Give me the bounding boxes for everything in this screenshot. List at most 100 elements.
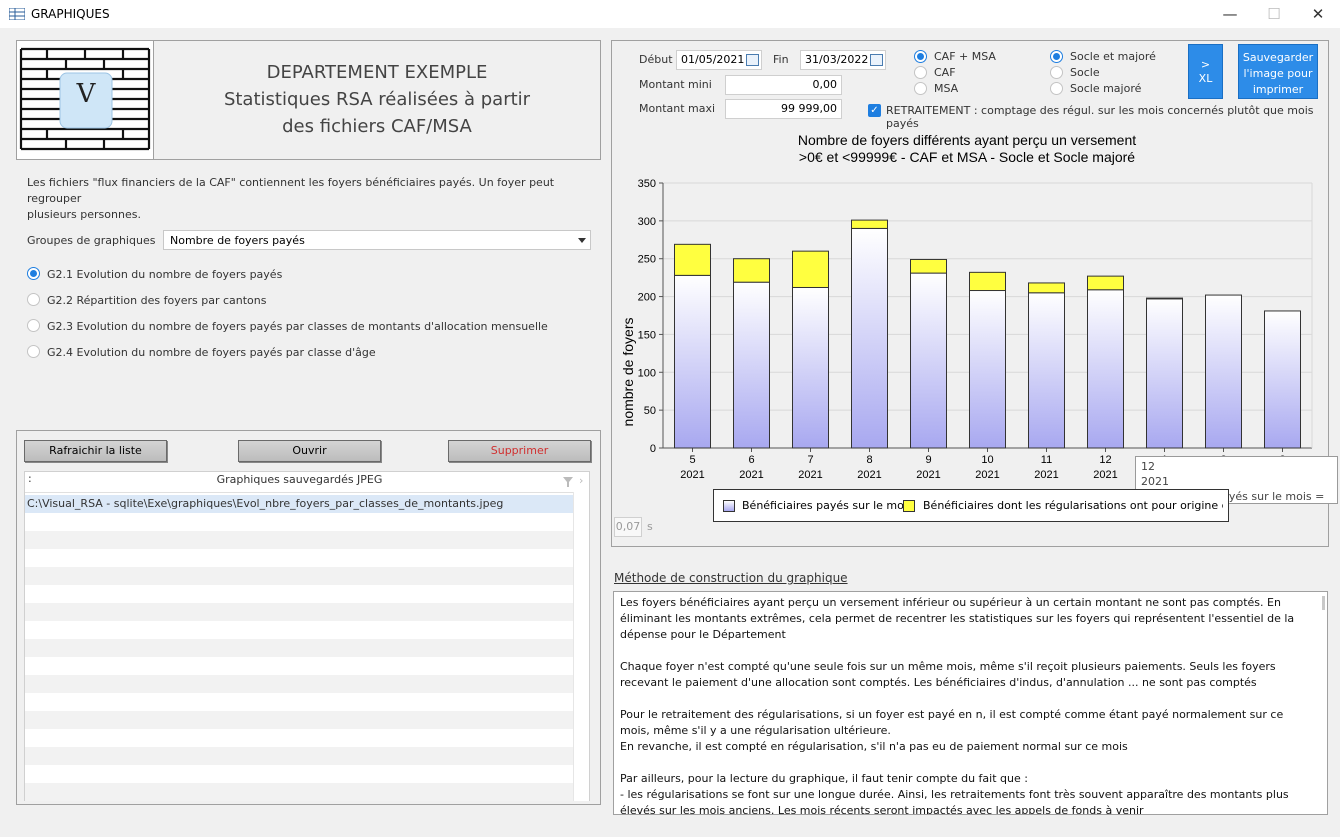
bar-regul[interactable] (1146, 297, 1183, 300)
radio-caf-msa[interactable] (914, 50, 927, 63)
y-tick-label: 100 (638, 367, 656, 379)
refresh-list-button[interactable]: Rafraichir la liste (24, 440, 167, 462)
radio-label-caf[interactable]: CAF (934, 66, 956, 79)
table-row[interactable] (25, 567, 574, 585)
radio-g21[interactable] (27, 267, 40, 280)
export-xl-button[interactable]: > XL (1188, 44, 1223, 99)
bar-paid[interactable] (969, 290, 1006, 449)
x-tick-month: 7 (807, 454, 813, 466)
table-row[interactable] (25, 657, 574, 675)
bar-paid[interactable] (1028, 292, 1065, 449)
radio-label-msa[interactable]: MSA (934, 82, 958, 95)
bar-paid[interactable] (1087, 289, 1124, 449)
radio-label-majore[interactable]: Socle majoré (1070, 82, 1141, 95)
bar-paid[interactable] (733, 281, 770, 449)
calendar-icon[interactable] (746, 54, 759, 66)
y-tick-label: 150 (638, 329, 656, 341)
radio-socle[interactable] (1050, 66, 1063, 79)
chart-subtitle: >0€ et <99999€ - CAF et MSA - Socle et S… (799, 149, 1135, 165)
bar-regul[interactable] (1028, 282, 1065, 294)
radio-caf[interactable] (914, 66, 927, 79)
max-amount-field[interactable]: 99 999,00 (725, 99, 842, 119)
table-row[interactable] (25, 549, 574, 567)
chevron-right-icon[interactable]: › (579, 474, 583, 487)
radio-label-g21[interactable]: G2.1 Evolution du nombre de foyers payés (47, 268, 282, 281)
radio-socle-majore[interactable] (1050, 50, 1063, 63)
bar-paid[interactable] (792, 286, 829, 449)
bar-regul[interactable] (674, 243, 711, 276)
calendar-icon[interactable] (870, 54, 883, 66)
bar-regul[interactable] (969, 271, 1006, 292)
grid-column-header[interactable]: Graphiques sauvegardés JPEG (25, 473, 574, 486)
method-textbox[interactable]: Les foyers bénéficiaires ayant perçu un … (613, 591, 1328, 815)
title-line-1: DEPARTEMENT EXEMPLE (266, 62, 488, 83)
title-bar: GRAPHIQUES — ☐ ✕ (0, 0, 1340, 28)
close-button[interactable]: ✕ (1296, 3, 1340, 25)
title-line-3: des fichiers CAF/MSA (282, 116, 472, 137)
y-axis-label: nombre de foyers (620, 318, 636, 427)
radio-majore[interactable] (1050, 82, 1063, 95)
table-row[interactable] (25, 711, 574, 729)
stacked-bar-chart: Nombre de foyers différents ayant perçu … (620, 132, 1313, 481)
radio-label-g22[interactable]: G2.2 Répartition des foyers par cantons (47, 294, 266, 307)
fin-date-value: 31/03/2022 (805, 53, 869, 66)
radio-g23[interactable] (27, 319, 40, 332)
bar-regul[interactable] (1087, 275, 1124, 291)
radio-label-g24[interactable]: G2.4 Evolution du nombre de foyers payés… (47, 346, 376, 359)
table-row[interactable] (25, 765, 574, 783)
save-line-1: Sauvegarder (1242, 51, 1314, 64)
filter-icon[interactable] (563, 477, 573, 487)
minimize-button[interactable]: — (1208, 3, 1252, 25)
bar-regul[interactable] (792, 250, 829, 288)
bar-regul[interactable] (910, 258, 947, 274)
radio-label-g23[interactable]: G2.3 Evolution du nombre de foyers payés… (47, 320, 548, 333)
table-row[interactable] (25, 639, 574, 657)
radio-g22[interactable] (27, 293, 40, 306)
grid-scrollbar[interactable] (573, 492, 589, 801)
table-row[interactable] (25, 675, 574, 693)
bar-paid[interactable] (910, 272, 947, 449)
bar-regul[interactable] (733, 258, 770, 283)
bar-paid[interactable] (851, 227, 888, 449)
table-row[interactable] (25, 603, 574, 621)
chevron-down-icon[interactable] (578, 238, 586, 243)
radio-msa[interactable] (914, 82, 927, 95)
maximize-button[interactable]: ☐ (1252, 3, 1296, 25)
open-button[interactable]: Ouvrir (238, 440, 381, 462)
table-row[interactable] (25, 747, 574, 765)
chart-title: Nombre de foyers différents ayant perçu … (798, 132, 1136, 148)
x-tick-month: 9 (925, 454, 931, 466)
groups-dropdown[interactable]: Nombre de foyers payés (163, 230, 591, 250)
bar-regul[interactable] (851, 219, 888, 229)
bar-paid[interactable] (1264, 310, 1301, 449)
radio-label-caf-msa[interactable]: CAF + MSA (934, 50, 996, 63)
retraitement-checkbox[interactable]: ✓ (868, 104, 881, 117)
bar-paid[interactable] (674, 274, 711, 449)
save-image-button[interactable]: Sauvegarder l'image pour imprimer (1238, 44, 1318, 99)
save-line-2: l'image pour (1243, 67, 1313, 80)
bar-paid[interactable] (1205, 294, 1242, 449)
table-row[interactable] (25, 585, 574, 603)
intro-line-2: plusieurs personnes. (27, 208, 141, 221)
radio-label-socle-majore[interactable]: Socle et majoré (1070, 50, 1156, 63)
method-paragraph: Chaque foyer n'est compté qu'une seule f… (620, 660, 1276, 689)
table-row[interactable] (25, 513, 574, 531)
method-scrollbar[interactable] (1322, 596, 1325, 610)
table-row[interactable]: C:\Visual_RSA - sqlite\Exe\graphiques\Ev… (25, 495, 574, 513)
table-row[interactable] (25, 783, 574, 801)
table-row[interactable] (25, 729, 574, 747)
table-row[interactable] (25, 531, 574, 549)
min-amount-field[interactable]: 0,00 (725, 75, 842, 95)
xl-line-1: > (1200, 58, 1211, 71)
retraitement-label[interactable]: RETRAITEMENT : comptage des régul. sur l… (886, 104, 1340, 130)
table-row[interactable] (25, 621, 574, 639)
x-tick-year: 2021 (798, 469, 822, 481)
table-row[interactable] (25, 693, 574, 711)
radio-g24[interactable] (27, 345, 40, 358)
radio-label-socle[interactable]: Socle (1070, 66, 1100, 79)
x-tick-year: 2021 (1093, 469, 1117, 481)
delete-button[interactable]: Supprimer (448, 440, 591, 462)
saved-charts-grid[interactable]: : Graphiques sauvegardés JPEG › C:\Visua… (24, 471, 590, 801)
x-tick-year: 2021 (916, 469, 940, 481)
bar-paid[interactable] (1146, 298, 1183, 449)
